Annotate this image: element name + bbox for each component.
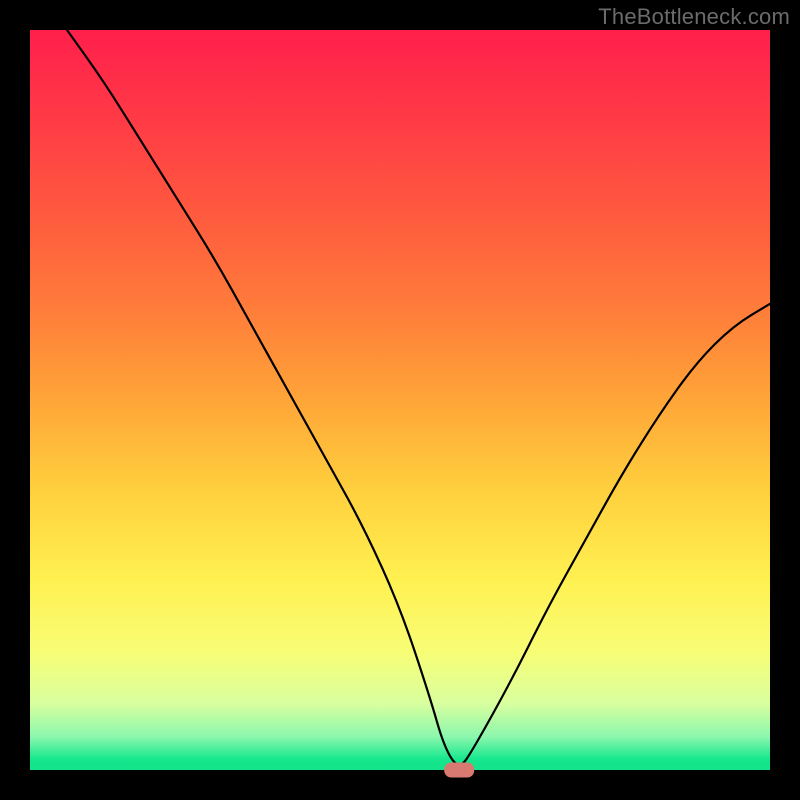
watermark-label: TheBottleneck.com — [598, 4, 790, 30]
optimal-point-marker — [444, 763, 474, 778]
chart-frame: TheBottleneck.com — [0, 0, 800, 800]
bottleneck-chart — [0, 0, 800, 800]
baseline-strip — [30, 762, 770, 770]
